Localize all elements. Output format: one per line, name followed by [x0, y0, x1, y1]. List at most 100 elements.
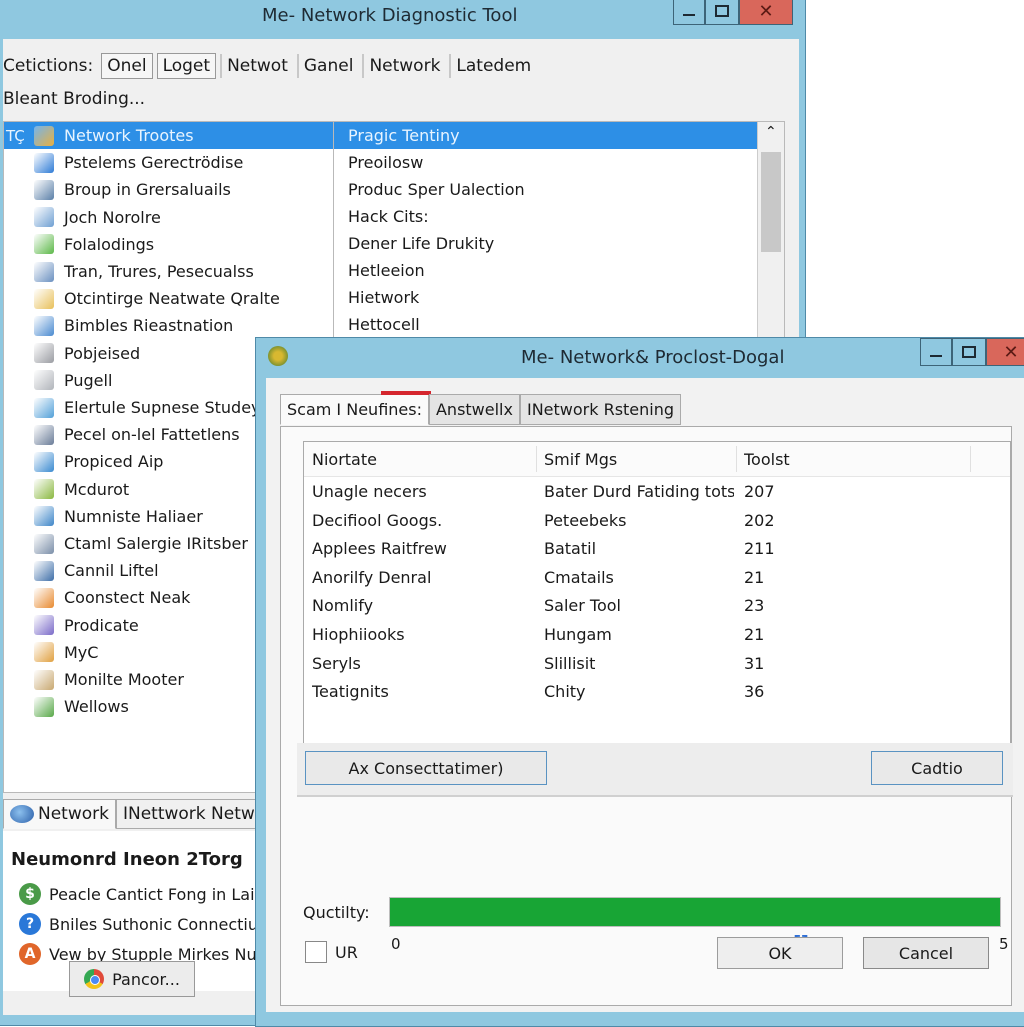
dialog-minimize-button[interactable]: [920, 338, 952, 366]
tree-item-label: Tran, Trures, Pesecualss: [64, 262, 254, 281]
tab-network[interactable]: Network: [3, 799, 116, 829]
toolbar-button-loget[interactable]: Loget: [156, 53, 217, 79]
main-window-title: Me- Network Diagnostic Tool: [262, 5, 518, 26]
window-icon: [34, 261, 54, 282]
tab-scan[interactable]: Scam I Neufines:: [280, 391, 431, 425]
ok-button[interactable]: OK: [717, 937, 843, 969]
column-header-tools[interactable]: Toolst: [744, 450, 964, 469]
close-icon: ✕: [758, 0, 774, 22]
detail-item[interactable]: Hetleeion: [334, 257, 758, 284]
dialog-tabs: Scam I Neufines: Anstwellx INetwork Rste…: [280, 391, 682, 425]
table-cell-msgs: Hungam: [544, 625, 612, 644]
detail-item-label: Dener Life Drukity: [348, 234, 495, 253]
table-row[interactable]: Applees Raitfrew Batatil 211: [304, 535, 1010, 564]
table-cell-msgs: Bater Durd Fatiding tots: [544, 482, 734, 501]
globe-green-icon: [34, 696, 54, 717]
tab-network-2[interactable]: INettwork Netwo: [115, 799, 273, 829]
table-row[interactable]: Anorilfy Denral Cmatails 21: [304, 564, 1010, 593]
dialog-maximize-button[interactable]: [952, 338, 986, 366]
column-header-msgs[interactable]: Smif Mgs: [544, 450, 734, 469]
detail-pane[interactable]: Pragic Tentiny Preoilosw Produc Sper Ualec…: [333, 121, 785, 373]
connect-button[interactable]: Ax Consecttatimer): [305, 751, 547, 785]
vertical-scrollbar[interactable]: ⌃: [757, 122, 784, 372]
column-header-name[interactable]: Niortate: [312, 450, 532, 469]
vertical-scroll-thumb[interactable]: [761, 152, 781, 252]
info-item-label: Bniles Suthonic Connectiu: [49, 914, 258, 934]
ok-button-label: OK: [768, 943, 792, 963]
table-row[interactable]: Seryls Slillisit 31: [304, 650, 1010, 679]
table-cell-tools: 21: [744, 625, 765, 644]
tab-indicator: [381, 391, 431, 395]
cadtio-button[interactable]: Cadtio: [871, 751, 1003, 785]
cancel-button-label: Cancel: [898, 943, 954, 963]
table-cell-name: Seryls: [312, 653, 361, 673]
detail-item[interactable]: Preoilosw: [334, 149, 758, 176]
tree-item[interactable]: Folalodings: [4, 231, 334, 258]
ur-checkbox[interactable]: [305, 941, 327, 963]
table-cell-tools: 207: [744, 482, 775, 501]
close-button[interactable]: ✕: [739, 0, 793, 25]
table-cell-name: Applees Raitfrew: [312, 539, 447, 559]
toolbar-button-netwot[interactable]: Netwot: [220, 54, 293, 78]
tree-item[interactable]: TÇ Network Trootes: [4, 122, 334, 149]
tree-item[interactable]: Otcintirge Neatwate Qralte: [4, 285, 334, 312]
tree-item-label: Pugell: [64, 370, 113, 390]
dialog-window: Me- Network& Proclost-Dogal ✕ Scam I Neu…: [255, 337, 1024, 1027]
tab-network-label: Network: [38, 804, 109, 824]
tree-item[interactable]: Joch Norolre: [4, 204, 334, 231]
table-row[interactable]: Teatignits Chity 36: [304, 678, 1010, 707]
server-rack-icon: [34, 560, 54, 581]
tab-network-listening[interactable]: INetwork Rstening: [519, 394, 682, 425]
status-subtitle: Bleant Broding...: [3, 89, 146, 109]
computer-icon: [34, 533, 54, 554]
dialog-close-button[interactable]: ✕: [986, 338, 1024, 366]
toolbar-button-onel[interactable]: Onel: [101, 53, 153, 79]
detail-item[interactable]: Pragic Tentiny: [334, 122, 758, 149]
results-table[interactable]: Niortate Smif Mgs Toolst Unagle necers Ba…: [303, 441, 1011, 745]
connect-button-label: Ax Consecttatimer): [348, 758, 504, 778]
info-title: Neumonrd Ineon 2Torg: [11, 849, 243, 870]
help-icon: ?: [19, 913, 41, 935]
cloud-icon: [34, 642, 54, 663]
table-cell-tools: 36: [744, 682, 765, 702]
table-cell-tools: 21: [744, 567, 765, 587]
table-row[interactable]: Decifiool Googs. Peteebeks 202: [304, 507, 1010, 536]
plug-icon: [34, 615, 54, 636]
table-cell-name: Unagle necers: [312, 482, 427, 501]
toolbar-label: Cetictions:: [3, 56, 94, 76]
tree-item[interactable]: Pstelems Gerectrödise: [4, 149, 334, 176]
tree-item[interactable]: Broup in Grersaluails: [4, 176, 334, 203]
table-row[interactable]: Hiophiiooks Hungam 21: [304, 621, 1010, 650]
info-item-2[interactable]: ? Bniles Suthonic Connectiu: [19, 913, 258, 935]
pancor-button[interactable]: Pancor...: [69, 961, 195, 997]
table-row[interactable]: Unagle necers Bater Durd Fatiding tots 207: [304, 478, 1010, 507]
toolbar-button-network[interactable]: Network: [362, 54, 445, 78]
table-cell-msgs: Slillisit: [544, 653, 596, 673]
info-item-1[interactable]: $ Peacle Cantict Fong in Lai: [19, 883, 255, 905]
toolbar: Cetictions: Onel Loget Netwot Ganel Netw…: [3, 49, 536, 83]
globe-icon: [10, 805, 34, 823]
maximize-button[interactable]: [705, 0, 739, 25]
dialog-titlebar[interactable]: Me- Network& Proclost-Dogal ✕: [256, 338, 1024, 376]
detail-item[interactable]: Hack Cits:: [334, 203, 758, 230]
maximize-icon: [715, 5, 729, 17]
quality-progress-bar: [389, 897, 1001, 927]
minimize-button[interactable]: [673, 0, 705, 25]
table-row[interactable]: Nomlify Saler Tool 23: [304, 592, 1010, 621]
tree-item[interactable]: Tran, Trures, Pesecualss: [4, 258, 334, 285]
detail-item[interactable]: Hietwork: [334, 284, 758, 311]
tree-expand-prefix[interactable]: TÇ: [6, 127, 25, 145]
toolbar-button-latedem[interactable]: Latedem: [449, 54, 536, 78]
tab-anstwell[interactable]: Anstwellx: [428, 394, 520, 425]
folder-network-icon: [34, 125, 54, 146]
main-titlebar[interactable]: Me- Network Diagnostic Tool ✕: [0, 0, 805, 35]
detail-item[interactable]: Dener Life Drukity: [334, 230, 758, 257]
tree-item-label: Otcintirge Neatwate Qralte: [64, 289, 280, 309]
detail-item[interactable]: Produc Sper Ualection: [334, 176, 758, 203]
scroll-up-icon[interactable]: ⌃: [765, 124, 777, 140]
quality-min-label: 0: [391, 935, 401, 953]
tree-item[interactable]: Bimbles Rieastnation: [4, 312, 334, 339]
cancel-button[interactable]: Cancel: [863, 937, 989, 969]
detail-item[interactable]: Hettocell: [334, 311, 758, 338]
toolbar-button-ganel[interactable]: Ganel: [296, 54, 359, 78]
